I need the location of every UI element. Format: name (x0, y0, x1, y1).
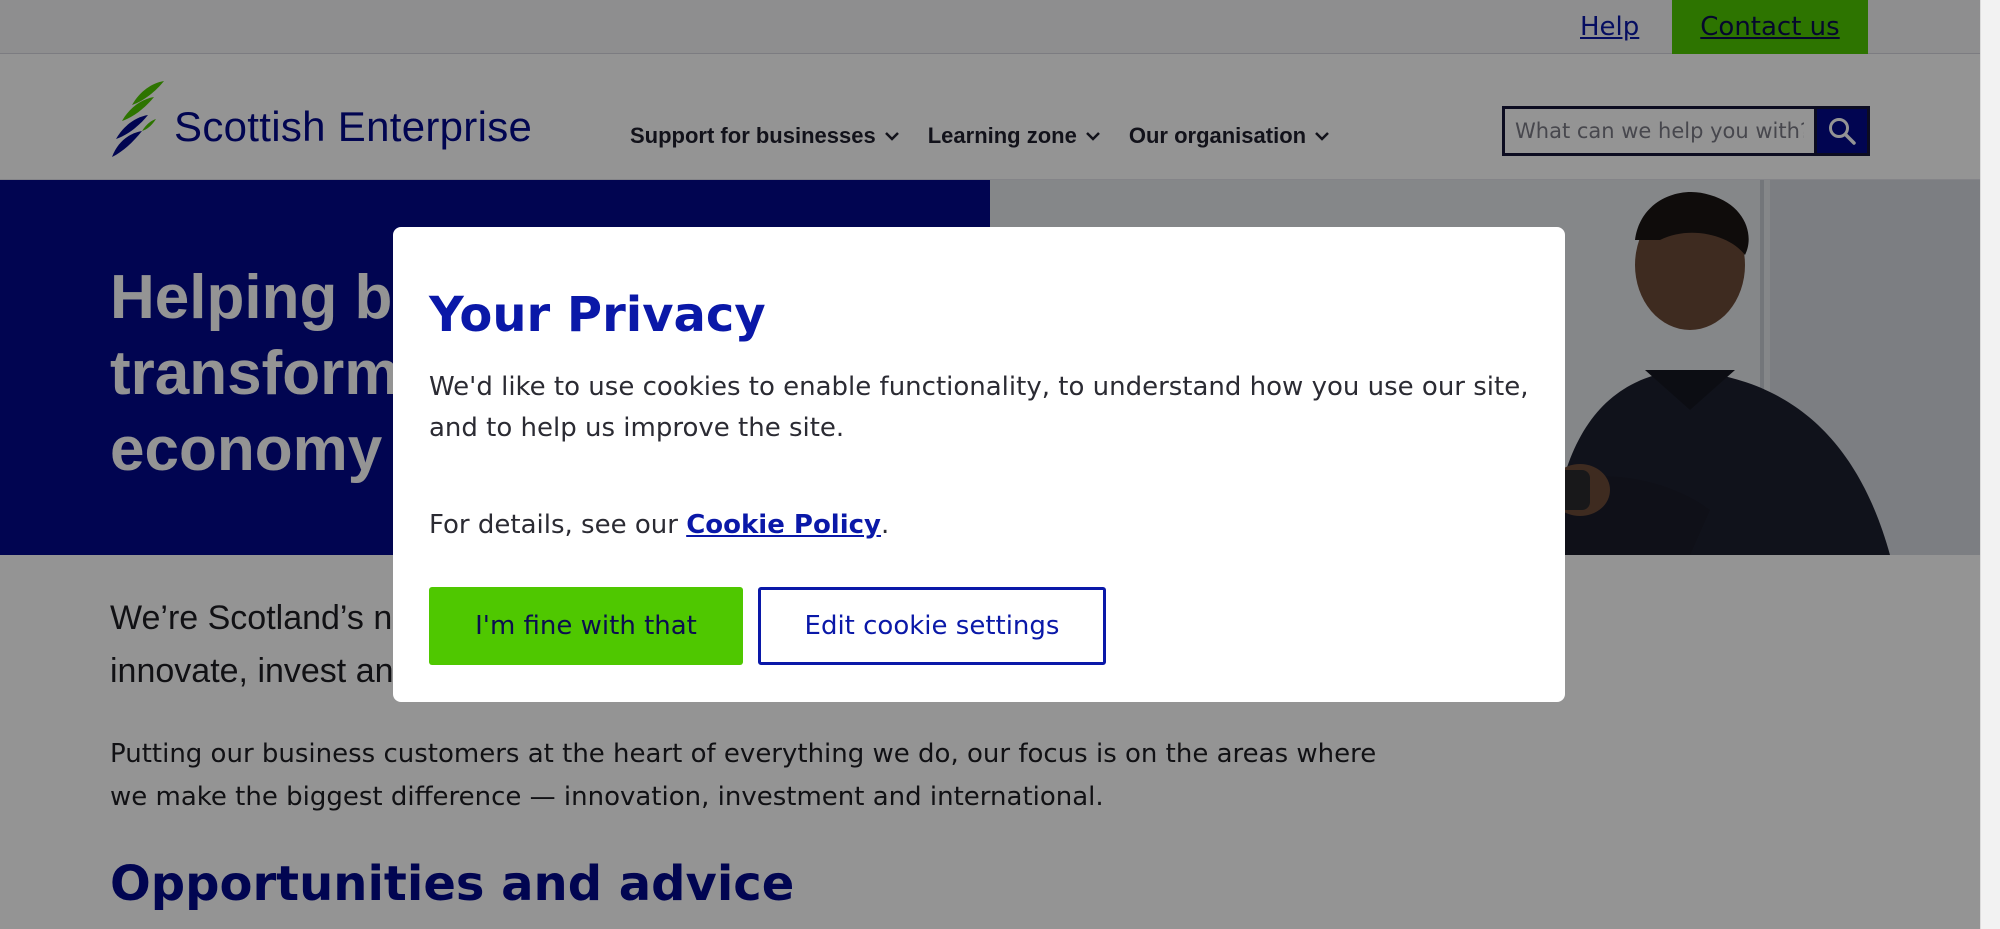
dialog-title: Your Privacy (429, 287, 766, 343)
cookie-policy-link[interactable]: Cookie Policy (686, 510, 881, 540)
details-suffix: . (880, 510, 890, 540)
dialog-body: We'd like to use cookies to enable funct… (429, 372, 1529, 443)
accept-cookies-button[interactable]: I'm fine with that (429, 587, 743, 665)
scrollbar[interactable] (1980, 0, 2000, 929)
edit-cookie-settings-button[interactable]: Edit cookie settings (758, 587, 1106, 665)
details-prefix: For details, see our (429, 510, 687, 540)
cookie-dialog: Your Privacy We'd like to use cookies to… (393, 227, 1565, 702)
dialog-details: For details, see our Cookie Policy. (429, 510, 889, 540)
